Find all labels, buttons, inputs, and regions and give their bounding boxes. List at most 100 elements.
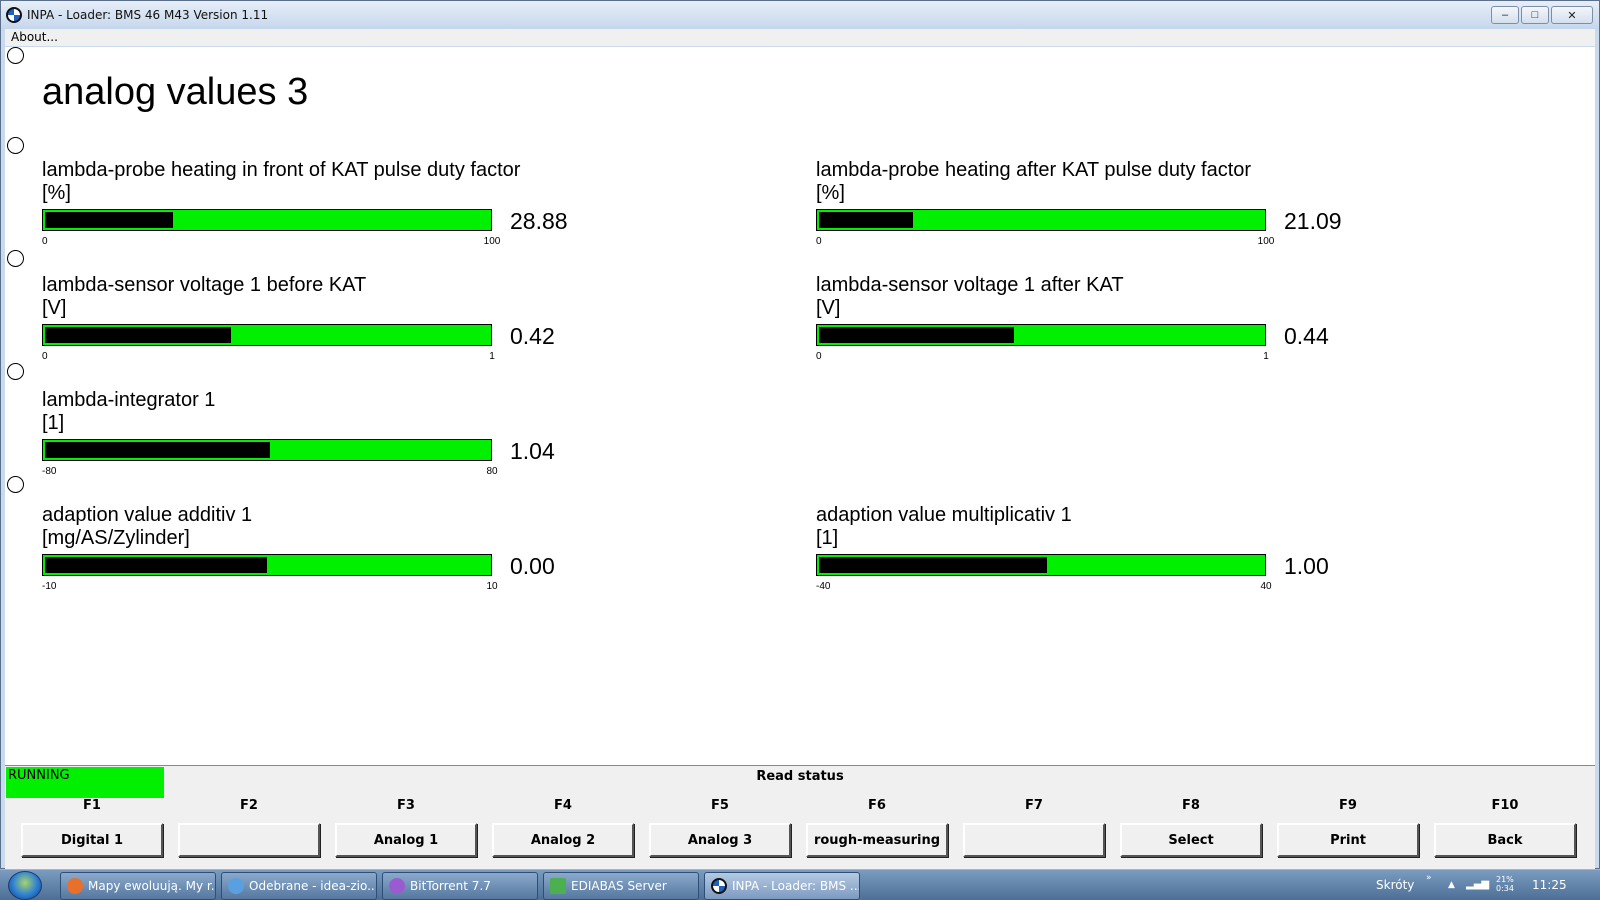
chevron-icon[interactable]: »: [1426, 873, 1432, 883]
radio-indicator[interactable]: [7, 47, 24, 64]
fkey-label-f1: F1: [83, 798, 101, 813]
taskbar-item-label: EDIABAS Server: [571, 879, 667, 893]
meter-lambda-voltage-after: lambda-sensor voltage 1 after KAT [V] 0.…: [816, 274, 1376, 384]
meter-unit: [%]: [42, 182, 71, 204]
meter-max: 1: [1263, 351, 1269, 362]
meter-max: 100: [483, 236, 501, 247]
taskbar-item-label: BitTorrent 7.7: [410, 879, 491, 893]
window-controls: – □ ✕: [1491, 6, 1593, 24]
meter-min: 0: [816, 351, 822, 362]
maximize-icon: □: [1531, 9, 1539, 21]
meter-label: lambda-sensor voltage 1 after KAT: [816, 274, 1124, 296]
meter-unit: [%]: [816, 182, 845, 204]
taskbar-item-firefox[interactable]: Mapy ewoluują. My r...: [60, 872, 216, 900]
meter-min: 0: [42, 236, 48, 247]
meter-bar: [42, 439, 492, 461]
maximize-button[interactable]: □: [1521, 6, 1549, 24]
analog-1-button[interactable]: Analog 1: [335, 823, 477, 857]
fkey-label-f6: F6: [868, 798, 886, 813]
taskbar: Mapy ewoluują. My r... Odebrane - idea-z…: [0, 869, 1600, 900]
f7-button[interactable]: [963, 823, 1105, 857]
meter-unit: [V]: [42, 297, 67, 319]
select-button[interactable]: Select: [1120, 823, 1262, 857]
fkey-label-f10: F10: [1491, 798, 1519, 813]
meter-label: lambda-integrator 1: [42, 389, 216, 411]
meter-value: 1.00: [1284, 553, 1329, 579]
taskbar-item-label: INPA - Loader: BMS ...: [732, 879, 860, 893]
meter-value: 28.88: [510, 208, 568, 234]
taskbar-item-inpa[interactable]: INPA - Loader: BMS ...: [704, 872, 860, 900]
meter-min: -40: [816, 581, 831, 592]
fkey-label-f5: F5: [711, 798, 729, 813]
status-area: RUNNING Read status F1 F2 F3 F4 F5 F6 F7…: [5, 766, 1595, 870]
fkey-label-f4: F4: [554, 798, 572, 813]
battery-status[interactable]: 21% 0:34: [1496, 875, 1514, 893]
meter-label: lambda-probe heating after KAT pulse dut…: [816, 159, 1252, 181]
client-area: analog values 3 lambda-probe heating in …: [5, 47, 1595, 766]
meter-lambda-heating-front: lambda-probe heating in front of KAT pul…: [42, 159, 602, 269]
meter-value: 0.42: [510, 323, 555, 349]
meter-max: 10: [486, 581, 498, 592]
meter-value: 0.00: [510, 553, 555, 579]
meter-lambda-integrator: lambda-integrator 1 [1] 1.04 -80 80: [42, 389, 602, 499]
minimize-button[interactable]: –: [1491, 6, 1519, 24]
radio-indicator[interactable]: [7, 137, 24, 154]
radio-indicator[interactable]: [7, 476, 24, 493]
server-icon: [550, 878, 566, 894]
analog-2-button[interactable]: Analog 2: [492, 823, 634, 857]
meter-bar: [42, 209, 492, 231]
meter-bar-fill: [45, 327, 232, 343]
analog-3-button[interactable]: Analog 3: [649, 823, 791, 857]
fkey-label-f7: F7: [1025, 798, 1043, 813]
menu-bar: About...: [5, 29, 1595, 46]
meter-adaption-additiv: adaption value additiv 1 [mg/AS/Zylinder…: [42, 504, 602, 614]
meter-bar-fill: [819, 557, 1047, 573]
meter-value: 1.04: [510, 438, 555, 464]
meter-label: lambda-sensor voltage 1 before KAT: [42, 274, 367, 296]
meter-label: adaption value multiplicativ 1: [816, 504, 1072, 526]
minimize-icon: –: [1501, 9, 1509, 21]
rough-measuring-button[interactable]: rough-measuring: [806, 823, 948, 857]
clock[interactable]: 11:25: [1532, 878, 1567, 892]
meter-max: 80: [486, 466, 498, 477]
fkey-label-f2: F2: [240, 798, 258, 813]
meter-lambda-voltage-before: lambda-sensor voltage 1 before KAT [V] 0…: [42, 274, 602, 384]
meter-bar-fill: [819, 327, 1015, 343]
meter-min: 0: [42, 351, 48, 362]
meter-unit: [V]: [816, 297, 841, 319]
start-button[interactable]: [8, 871, 42, 900]
taskbar-item-bittorrent[interactable]: BitTorrent 7.7: [382, 872, 538, 900]
system-tray: Skróty » ▲ ▂▄▆ 21% 0:34 11:25: [1330, 870, 1600, 900]
fkey-label-f8: F8: [1182, 798, 1200, 813]
meter-bar-fill: [45, 212, 174, 228]
menu-about[interactable]: About...: [11, 30, 58, 44]
radio-indicator[interactable]: [7, 363, 24, 380]
show-hidden-icons-icon[interactable]: ▲: [1448, 880, 1455, 890]
read-status-label: Read status: [756, 769, 844, 784]
meter-bar-fill: [45, 442, 270, 458]
meter-value: 21.09: [1284, 208, 1342, 234]
meter-bar: [42, 324, 492, 346]
taskbar-item-label: Mapy ewoluują. My r...: [88, 879, 216, 893]
bmw-icon: [711, 878, 727, 894]
meter-bar: [816, 554, 1266, 576]
meter-lambda-heating-after: lambda-probe heating after KAT pulse dut…: [816, 159, 1376, 269]
shortcuts-toolbar[interactable]: Skróty: [1376, 878, 1414, 892]
f2-button[interactable]: [178, 823, 320, 857]
meter-unit: [1]: [816, 527, 839, 549]
digital-1-button[interactable]: Digital 1: [21, 823, 163, 857]
title-bar[interactable]: INPA - Loader: BMS 46 M43 Version 1.11 –…: [1, 1, 1599, 29]
meter-bar: [816, 209, 1266, 231]
radio-indicator[interactable]: [7, 250, 24, 267]
print-button[interactable]: Print: [1277, 823, 1419, 857]
meter-bar: [816, 324, 1266, 346]
signal-icon[interactable]: ▂▄▆: [1466, 879, 1489, 890]
bmw-app-icon: [6, 7, 22, 23]
taskbar-item-mail[interactable]: Odebrane - idea-zio...: [221, 872, 377, 900]
meter-adaption-multiplicativ: adaption value multiplicativ 1 [1] 1.00 …: [816, 504, 1376, 614]
taskbar-item-ediabas[interactable]: EDIABAS Server: [543, 872, 699, 900]
close-icon: ✕: [1567, 9, 1577, 22]
meter-label: adaption value additiv 1: [42, 504, 253, 526]
back-button[interactable]: Back: [1434, 823, 1576, 857]
close-button[interactable]: ✕: [1551, 6, 1593, 24]
